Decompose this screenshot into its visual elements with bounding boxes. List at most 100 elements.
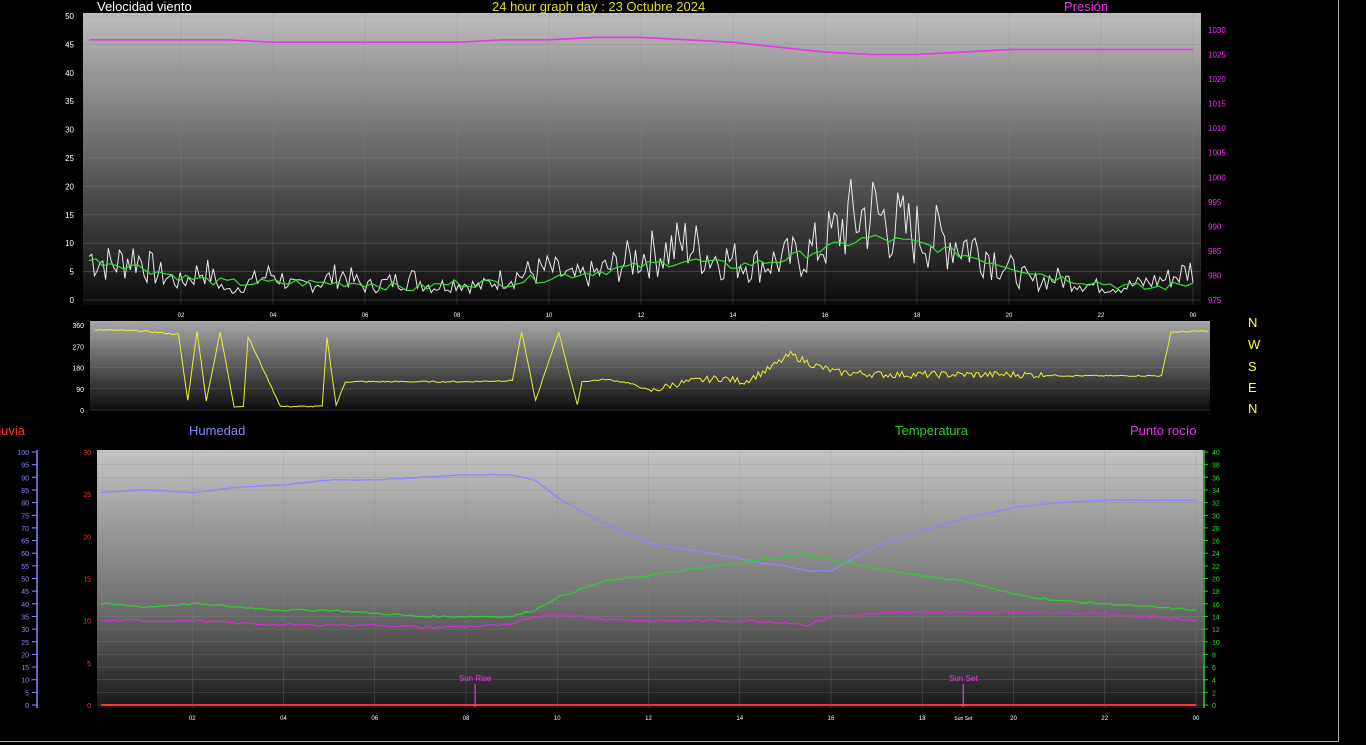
temp-y-tick-label: 20 xyxy=(1212,577,1220,584)
humidity-y-tick-label: 50 xyxy=(21,577,29,584)
temp-y-tick-label: 24 xyxy=(1212,551,1220,558)
compass-n-top: N xyxy=(1248,315,1258,330)
sunrise-label: Sun Rise xyxy=(459,674,492,683)
humidity-y-tick-label: 25 xyxy=(21,640,29,647)
wind-y-tick-label: 35 xyxy=(65,97,74,106)
temp-y-tick-label: 32 xyxy=(1212,501,1220,508)
sunset-label: Sun Set xyxy=(949,674,978,683)
temp-x-tick-label: 20 xyxy=(1010,716,1017,722)
temp-x-tick-label: 06 xyxy=(371,716,378,722)
humidity-y-tick-label: 45 xyxy=(21,589,29,596)
rain-y-tick-label: 25 xyxy=(83,492,91,499)
temp-x-tick-label: 00 xyxy=(1193,716,1200,722)
temp-y-tick-label: 40 xyxy=(1212,450,1220,457)
humidity-y-tick-label: 65 xyxy=(21,539,29,546)
humidity-y-tick-label: 95 xyxy=(21,463,29,470)
temp-y-tick-label: 38 xyxy=(1212,463,1220,470)
wind-x-tick-label: 00 xyxy=(1190,313,1197,319)
wind-x-tick-label: 22 xyxy=(1098,313,1105,319)
direction-plot-area xyxy=(90,321,1210,411)
temp-y-tick-label: 6 xyxy=(1212,665,1216,672)
humidity-y-tick-label: 0 xyxy=(25,703,29,710)
pressure-y-tick-label: 1025 xyxy=(1208,51,1226,60)
humidity-y-tick-label: 10 xyxy=(21,678,29,685)
humidity-y-tick-label: 85 xyxy=(21,488,29,495)
humidity-y-tick-label: 100 xyxy=(17,450,29,457)
wind-x-tick-label: 08 xyxy=(454,313,461,319)
temp-x-tick-label: 02 xyxy=(189,716,196,722)
temp-x-tick-label: 10 xyxy=(554,716,561,722)
temp-x-tick-label: 08 xyxy=(463,716,470,722)
wind-x-tick-label: 02 xyxy=(178,313,185,319)
temp-y-tick-label: 8 xyxy=(1212,652,1216,659)
temp-x-tick-label: 04 xyxy=(280,716,287,722)
temp-y-tick-label: 26 xyxy=(1212,539,1220,546)
temp-y-tick-label: 10 xyxy=(1212,640,1220,647)
pressure-y-tick-label: 985 xyxy=(1208,247,1222,256)
wind-y-tick-label: 25 xyxy=(65,154,74,163)
sunset-x-label: Sun Set xyxy=(954,716,972,722)
wind-x-tick-label: 20 xyxy=(1006,313,1013,319)
temp-x-tick-label: 18 xyxy=(919,716,926,722)
temp-y-tick-label: 30 xyxy=(1212,513,1220,520)
temp-plot-area xyxy=(97,450,1203,708)
wind-plot-area xyxy=(83,13,1201,305)
wind-y-tick-label: 15 xyxy=(65,211,74,220)
humidity-y-tick-label: 15 xyxy=(21,665,29,672)
rain-y-tick-label: 20 xyxy=(83,534,91,541)
temp-y-tick-label: 14 xyxy=(1212,614,1220,621)
dewpoint-label: Punto rocío xyxy=(1130,423,1197,438)
pressure-y-tick-label: 1030 xyxy=(1208,26,1226,35)
direction-y-tick-label: 360 xyxy=(72,323,84,330)
temp-y-tick-label: 28 xyxy=(1212,526,1220,533)
temp-y-tick-label: 2 xyxy=(1212,690,1216,697)
rain-y-tick-label: 15 xyxy=(83,577,91,584)
wind-x-tick-label: 06 xyxy=(362,313,369,319)
rain-y-tick-label: 30 xyxy=(83,450,91,457)
temp-x-tick-label: 12 xyxy=(645,716,652,722)
humidity-y-tick-label: 5 xyxy=(25,690,29,697)
humidity-y-tick-label: 75 xyxy=(21,513,29,520)
wind-y-tick-label: 5 xyxy=(70,268,75,277)
wind-y-tick-label: 45 xyxy=(65,40,74,49)
humidity-y-tick-label: 30 xyxy=(21,627,29,634)
temp-y-tick-label: 22 xyxy=(1212,564,1220,571)
pressure-title: Presión xyxy=(1064,0,1109,14)
weather-chart-svg: 0510152025303540455097598098599099510001… xyxy=(17,12,1226,722)
compass-w: W xyxy=(1248,337,1261,352)
temp-y-tick-label: 4 xyxy=(1212,678,1216,685)
humidity-y-tick-label: 70 xyxy=(21,526,29,533)
wind-x-tick-label: 12 xyxy=(638,313,645,319)
rain-label: Lluvia xyxy=(0,423,25,438)
direction-y-tick-label: 90 xyxy=(76,387,84,394)
wind-y-tick-label: 10 xyxy=(65,239,74,248)
rain-y-tick-label: 10 xyxy=(83,619,91,626)
wind-y-tick-label: 50 xyxy=(65,12,74,21)
humidity-y-tick-label: 60 xyxy=(21,551,29,558)
temp-y-tick-label: 34 xyxy=(1212,488,1220,495)
direction-y-tick-label: 0 xyxy=(80,408,84,415)
compass-n-bottom: N xyxy=(1248,401,1258,416)
humidity-y-tick-label: 90 xyxy=(21,475,29,482)
graph-title: 24 hour graph day : 23 Octubre 2024 xyxy=(492,0,706,14)
temp-y-tick-label: 12 xyxy=(1212,627,1220,634)
humidity-y-tick-label: 35 xyxy=(21,614,29,621)
direction-y-tick-label: 270 xyxy=(72,344,84,351)
temp-y-tick-label: 16 xyxy=(1212,602,1220,609)
wind-x-tick-label: 18 xyxy=(914,313,921,319)
humidity-y-tick-label: 55 xyxy=(21,564,29,571)
pressure-y-tick-label: 1010 xyxy=(1208,124,1226,133)
pressure-y-tick-label: 1015 xyxy=(1208,100,1226,109)
pressure-y-tick-label: 995 xyxy=(1208,198,1222,207)
temp-x-tick-label: 22 xyxy=(1101,716,1108,722)
humidity-y-tick-label: 80 xyxy=(21,501,29,508)
pressure-y-tick-label: 990 xyxy=(1208,222,1222,231)
temp-y-tick-label: 0 xyxy=(1212,703,1216,710)
compass-e: E xyxy=(1248,380,1257,395)
humidity-y-tick-label: 20 xyxy=(21,652,29,659)
pressure-y-tick-label: 980 xyxy=(1208,271,1222,280)
wind-x-tick-label: 14 xyxy=(730,313,737,319)
wind-y-tick-label: 0 xyxy=(70,296,75,305)
wind-y-tick-label: 20 xyxy=(65,182,74,191)
humidity-y-tick-label: 40 xyxy=(21,602,29,609)
